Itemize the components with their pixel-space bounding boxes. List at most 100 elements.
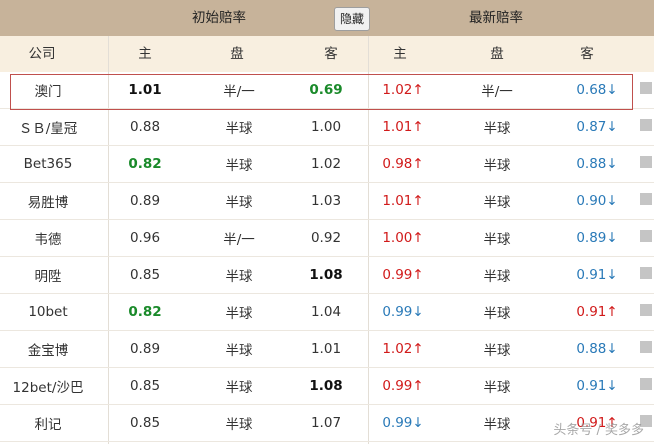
cell-new-home: 1.01↑: [368, 108, 438, 146]
cell-company: 韦德: [0, 219, 96, 257]
column-header-init-line: 盘: [230, 46, 244, 62]
cell-init-home: 0.89: [96, 330, 194, 368]
row-scroll-handle: [638, 145, 654, 183]
row-scroll-handle: [638, 182, 654, 220]
cell-new-home: 0.98↑: [368, 145, 438, 183]
cell-new-away: 0.89↓: [556, 219, 638, 257]
cell-new-line: 半球: [438, 182, 556, 220]
cell-new-home: 1.01↑: [368, 182, 438, 220]
cell-init-line: 半/一: [194, 72, 284, 109]
cell-init-home: 0.85: [96, 256, 194, 294]
column-header-new-line: 盘: [490, 46, 504, 62]
cell-company: 金宝博: [0, 330, 96, 368]
cell-new-away: 0.88↓: [556, 330, 638, 368]
column-header-new-home: 主: [393, 46, 407, 62]
scroll-square-icon: [640, 267, 652, 279]
column-header-new-away: 客: [580, 46, 594, 62]
cell-init-home: 0.88: [96, 108, 194, 146]
cell-new-home: 1.00↑: [368, 219, 438, 257]
row-scroll-handle: [638, 330, 654, 368]
cell-init-line: 半/一: [194, 219, 284, 257]
cell-new-home: 0.99↓: [368, 404, 438, 442]
cell-new-away: 0.91↑: [556, 293, 638, 331]
row-scroll-handle: [638, 72, 654, 109]
table-row[interactable]: Bet365 0.82 半球 1.02 0.98↑ 半球 0.88↓: [0, 145, 654, 183]
scroll-square-icon: [640, 156, 652, 168]
cell-init-away: 1.08: [284, 256, 368, 294]
cell-init-line: 半球: [194, 145, 284, 183]
cell-init-away: 1.07: [284, 404, 368, 442]
latest-odds-label: 最新赔率: [469, 10, 523, 26]
cell-company: 12bet/沙巴: [0, 367, 96, 405]
scroll-square-icon: [640, 341, 652, 353]
row-scroll-handle: [638, 367, 654, 405]
cell-new-line: 半球: [438, 367, 556, 405]
row-scroll-handle: [638, 293, 654, 331]
odds-table-body: 澳门 1.01 半/一 0.69 1.02↑ 半/一 0.68↓ ＳＢ/皇冠 0.88 半球 1.0…: [0, 72, 654, 442]
cell-init-line: 半球: [194, 404, 284, 442]
cell-init-line: 半球: [194, 108, 284, 146]
table-row[interactable]: 易胜博 0.89 半球 1.03 1.01↑ 半球 0.90↓: [0, 182, 654, 220]
initial-odds-label: 初始赔率: [192, 10, 246, 26]
cell-init-home: 0.96: [96, 219, 194, 257]
table-row[interactable]: ＳＢ/皇冠 0.88 半球 1.00 1.01↑ 半球 0.87↓: [0, 108, 654, 146]
cell-init-away: 1.02: [284, 145, 368, 183]
cell-company: 利记: [0, 404, 96, 442]
cell-init-away: 1.04: [284, 293, 368, 331]
column-header-company: 公司: [28, 46, 56, 62]
cell-company: Bet365: [0, 145, 96, 183]
cell-new-line: 半球: [438, 108, 556, 146]
cell-new-home: 0.99↑: [368, 256, 438, 294]
cell-new-away: 0.91↓: [556, 367, 638, 405]
cell-new-line: 半/一: [438, 72, 556, 109]
cell-new-line: 半球: [438, 293, 556, 331]
cell-init-home: 0.85: [96, 404, 194, 442]
cell-init-line: 半球: [194, 330, 284, 368]
row-scroll-handle: [638, 256, 654, 294]
cell-new-home: 1.02↑: [368, 72, 438, 109]
cell-init-home: 0.82: [96, 293, 194, 331]
cell-new-away: 0.88↓: [556, 145, 638, 183]
cell-init-away: 0.92: [284, 219, 368, 257]
cell-new-away: 0.90↓: [556, 182, 638, 220]
cell-company: 易胜博: [0, 182, 96, 220]
cell-init-away: 1.03: [284, 182, 368, 220]
cell-init-away: 1.00: [284, 108, 368, 146]
table-row[interactable]: 明陞 0.85 半球 1.08 0.99↑ 半球 0.91↓: [0, 256, 654, 294]
table-row[interactable]: 10bet 0.82 半球 1.04 0.99↓ 半球 0.91↑: [0, 293, 654, 331]
cell-init-away: 0.69: [284, 72, 368, 109]
cell-new-away: 0.68↓: [556, 72, 638, 109]
cell-new-away: 0.91↓: [556, 256, 638, 294]
cell-init-home: 1.01: [96, 72, 194, 109]
scroll-square-icon: [640, 82, 652, 94]
table-row[interactable]: 澳门 1.01 半/一 0.69 1.02↑ 半/一 0.68↓: [0, 72, 654, 109]
cell-new-home: 0.99↓: [368, 293, 438, 331]
table-row[interactable]: 金宝博 0.89 半球 1.01 1.02↑ 半球 0.88↓: [0, 330, 654, 368]
cell-init-home: 0.82: [96, 145, 194, 183]
odds-group-header: 初始赔率 隐藏 最新赔率: [0, 0, 654, 36]
cell-new-home: 1.02↑: [368, 330, 438, 368]
cell-init-line: 半球: [194, 293, 284, 331]
row-scroll-handle: [638, 108, 654, 146]
hide-button[interactable]: 隐藏: [334, 7, 370, 31]
cell-new-line: 半球: [438, 330, 556, 368]
column-header-row: 公司 主 盘 客 主 盘 客: [0, 36, 654, 72]
cell-init-line: 半球: [194, 182, 284, 220]
cell-init-line: 半球: [194, 256, 284, 294]
scroll-square-icon: [640, 193, 652, 205]
cell-new-away: 0.87↓: [556, 108, 638, 146]
cell-init-home: 0.89: [96, 182, 194, 220]
cell-init-line: 半球: [194, 367, 284, 405]
scroll-square-icon: [640, 119, 652, 131]
table-row[interactable]: 12bet/沙巴 0.85 半球 1.08 0.99↑ 半球 0.91↓: [0, 367, 654, 405]
column-header-init-home: 主: [138, 46, 152, 62]
cell-new-line: 半球: [438, 219, 556, 257]
column-header-init-away: 客: [324, 46, 338, 62]
table-row[interactable]: 韦德 0.96 半/一 0.92 1.00↑ 半球 0.89↓: [0, 219, 654, 257]
cell-company: 澳门: [0, 72, 96, 109]
cell-company: 明陞: [0, 256, 96, 294]
scroll-square-icon: [640, 378, 652, 390]
cell-new-line: 半球: [438, 145, 556, 183]
cell-init-away: 1.08: [284, 367, 368, 405]
cell-company: ＳＢ/皇冠: [0, 108, 96, 146]
